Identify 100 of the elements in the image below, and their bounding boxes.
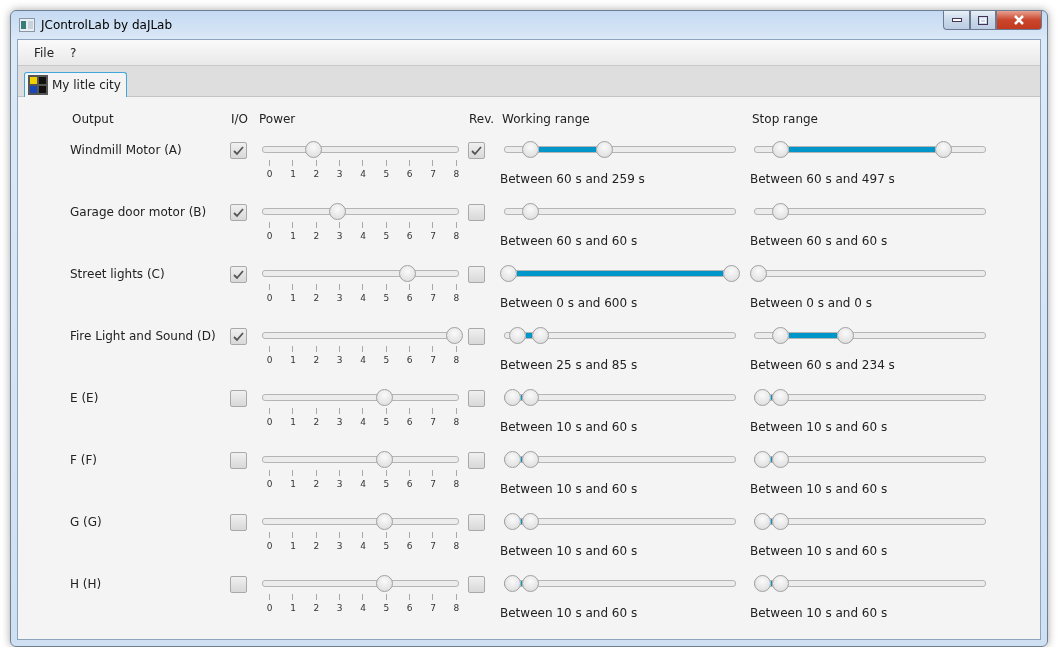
checkbox[interactable] [468,328,485,345]
tick-label: 8 [453,417,460,427]
tick-label: 5 [383,355,390,365]
slider-thumb[interactable] [503,513,521,530]
slider-thumb[interactable] [935,141,953,158]
range-label: Between 10 s and 60 s [750,544,888,558]
tick-label: 0 [266,417,273,427]
range-label: Between 10 s and 60 s [750,606,888,620]
checkbox[interactable] [230,266,247,283]
slider-thumb[interactable] [522,141,540,158]
tick-label: 8 [453,169,460,179]
tick-label: 4 [360,479,366,489]
range-fill [520,581,523,586]
slider-thumb[interactable] [503,389,521,406]
menu-item[interactable]: File [28,43,61,62]
tick-label: 3 [336,293,343,303]
slider-thumb[interactable] [772,327,790,344]
check-icon [233,207,244,218]
slider-thumb[interactable] [531,327,549,344]
slider-thumb[interactable] [522,203,540,220]
slider-thumb[interactable] [522,575,540,592]
checkbox[interactable] [230,328,247,345]
range-fill [520,519,523,524]
tick-label: 2 [313,293,320,303]
slider-thumb[interactable] [836,327,854,344]
slider-thumb[interactable] [375,513,393,530]
column-header: I/O [231,112,249,126]
slider-thumb[interactable] [772,513,790,530]
slider-thumb[interactable] [305,141,322,158]
tick-label: 8 [453,479,460,489]
slider-thumb[interactable] [399,265,416,282]
slider-thumb[interactable] [753,389,771,406]
slider-thumb[interactable] [375,451,393,468]
tick-label: 1 [290,355,296,365]
checkbox[interactable] [468,452,485,469]
tick-label: 2 [313,231,320,241]
slider-thumb[interactable] [753,451,771,468]
checkbox[interactable] [468,576,485,593]
slider-thumb[interactable] [375,575,393,592]
slider-thumb[interactable] [753,513,771,530]
tick-label: 0 [266,293,273,303]
tick-label: 4 [360,417,366,427]
slider-thumb[interactable] [522,389,540,406]
slider-thumb[interactable] [329,203,347,220]
check-icon [233,331,244,342]
checkbox[interactable] [230,452,247,469]
slider-thumb[interactable] [772,451,790,468]
checkbox[interactable] [468,266,485,283]
tick-label: 1 [290,293,296,303]
tiles-icon [28,75,48,95]
tick-label: 6 [406,479,413,489]
tick-label: 1 [290,479,296,489]
slider-thumb[interactable] [446,327,463,344]
checkbox[interactable] [468,204,485,221]
tick-label: 1 [290,169,296,179]
maximize-button[interactable] [970,11,996,30]
range-label: Between 25 s and 85 s [500,358,638,372]
slider-thumb[interactable] [772,389,790,406]
tick-label: 1 [290,541,296,551]
checkbox[interactable] [230,576,247,593]
slider-thumb[interactable] [500,265,517,282]
tick-label: 4 [360,541,366,551]
slider-thumb[interactable] [509,327,527,344]
slider-thumb[interactable] [772,575,790,592]
slider-thumb[interactable] [503,575,521,592]
slider-thumb[interactable] [772,141,790,158]
tick-label: 1 [290,603,296,613]
tick-label: 3 [336,603,343,613]
slider-thumb[interactable] [375,389,393,406]
slider-thumb[interactable] [772,203,790,220]
close-button[interactable] [996,11,1042,30]
tick-label: 6 [406,417,413,427]
output-name: Windmill Motor (A) [70,143,182,157]
minimize-button[interactable] [943,11,970,30]
checkbox[interactable] [230,390,247,407]
slider-thumb[interactable] [750,265,767,282]
tab[interactable]: My litle city [24,72,127,97]
tick-label: 8 [453,355,460,365]
menu-item[interactable]: ? [64,43,83,62]
tick-label: 2 [313,417,320,427]
slider-thumb[interactable] [595,141,613,158]
tick-label: 0 [266,541,273,551]
range-fill [520,395,523,400]
tick-label: 1 [290,417,296,427]
range-slider[interactable] [500,265,740,282]
checkbox[interactable] [230,142,247,159]
checkbox[interactable] [468,514,485,531]
slider-thumb[interactable] [753,575,771,592]
checkbox[interactable] [468,390,485,407]
slider-thumb[interactable] [503,451,521,468]
checkbox[interactable] [230,204,247,221]
checkbox[interactable] [468,142,485,159]
slider-thumb[interactable] [522,513,540,530]
column-header: Power [259,112,296,126]
slider-thumb[interactable] [723,265,740,282]
tick-label: 5 [383,479,390,489]
range-fill [770,457,773,462]
checkbox[interactable] [230,514,247,531]
slider-thumb[interactable] [522,451,540,468]
tick-label: 1 [290,231,296,241]
